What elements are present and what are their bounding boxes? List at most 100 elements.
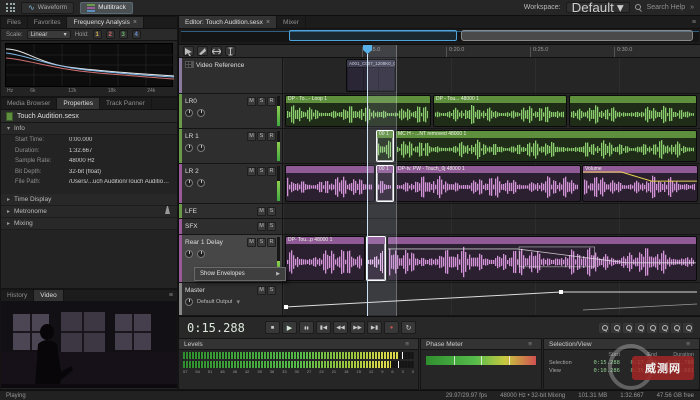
track-color-strip[interactable] [179, 283, 182, 315]
track-color-strip[interactable] [179, 164, 182, 203]
track-name[interactable]: LR 1 [185, 133, 199, 140]
slip-tool-icon[interactable] [211, 46, 222, 56]
track-name[interactable]: Master [185, 287, 205, 294]
tab-properties[interactable]: Properties [57, 98, 100, 109]
output-selector[interactable]: Default Output [197, 299, 232, 305]
mute-button[interactable]: M [247, 132, 256, 141]
panel-menu-icon[interactable]: ≡ [688, 16, 700, 28]
track-name[interactable]: Video Reference [196, 62, 244, 69]
audio-clip[interactable] [569, 95, 697, 127]
zoom-full-button[interactable] [683, 323, 693, 333]
rewind-button[interactable]: ◀◀ [333, 321, 348, 334]
track-color-strip[interactable] [179, 58, 182, 93]
hold-button-2[interactable]: 2 [106, 30, 115, 39]
solo-button[interactable]: S [257, 97, 266, 106]
track-color-strip[interactable] [179, 94, 182, 128]
audio-clip[interactable]: 00 1 [376, 165, 394, 202]
track-header[interactable]: Video Reference [179, 58, 283, 93]
track-lane[interactable] [283, 283, 700, 315]
solo-button[interactable]: S [267, 286, 276, 295]
zoom-navigator[interactable] [179, 29, 700, 45]
record-arm-button[interactable]: R [267, 132, 276, 141]
navigator-range-1[interactable] [289, 30, 457, 41]
time-selection-tool-icon[interactable] [225, 46, 236, 56]
audio-clip[interactable]: DP - To...- Loop 1 [285, 95, 431, 127]
waveform-mode-button[interactable]: ∿ Waveform [21, 2, 74, 14]
track-color-strip[interactable] [179, 235, 182, 282]
audio-clip[interactable] [285, 165, 375, 202]
volume-knob[interactable] [185, 179, 193, 187]
solo-button[interactable]: S [267, 222, 276, 231]
record-arm-button[interactable]: R [267, 97, 276, 106]
record-arm-button[interactable]: R [267, 167, 276, 176]
track-lane[interactable] [283, 219, 700, 234]
close-icon[interactable]: × [133, 19, 137, 26]
track-lane[interactable] [283, 204, 700, 218]
panel-menu-icon[interactable]: ≡ [401, 341, 413, 348]
stop-button[interactable]: ■ [265, 321, 280, 334]
volume-envelope[interactable] [583, 166, 697, 194]
track-color-strip[interactable] [179, 129, 182, 163]
section-metronome[interactable]: ▸ Metronome [1, 206, 177, 218]
track-header[interactable]: SFX M S [179, 219, 283, 234]
hold-button-3[interactable]: 3 [119, 30, 128, 39]
app-menu-icon[interactable] [6, 3, 15, 12]
mute-button[interactable]: M [257, 207, 266, 216]
track-lane[interactable]: 00 1 MC H - ...NT removed 48000 1 [283, 129, 700, 163]
section-info[interactable]: ▾ Info [1, 123, 177, 135]
navigator-range-2[interactable] [461, 30, 693, 41]
volume-knob[interactable] [185, 144, 193, 152]
search-help-input[interactable]: Search Help [647, 4, 686, 11]
workspace-dropdown[interactable]: Default ▾ [566, 2, 630, 13]
section-time-display[interactable]: ▸ Time Display [1, 194, 177, 206]
move-to-previous-button[interactable]: ▮◀ [316, 321, 331, 334]
mute-button[interactable]: M [247, 97, 256, 106]
zoom-out-amplitude-button[interactable] [659, 323, 669, 333]
panel-menu-icon[interactable]: ≡ [165, 290, 177, 301]
mute-button[interactable]: M [257, 286, 266, 295]
track-lane[interactable]: 00 1 DP-tv. PW - Touch_0j 48000 1 Volume [283, 164, 700, 203]
razor-tool-icon[interactable] [197, 46, 208, 56]
solo-button[interactable]: S [257, 238, 266, 247]
solo-button[interactable]: S [267, 207, 276, 216]
loop-playback-button[interactable]: ↻ [401, 321, 416, 334]
pan-knob[interactable] [197, 144, 205, 152]
zoom-in-button[interactable] [599, 323, 609, 333]
master-envelope[interactable] [283, 283, 699, 314]
solo-button[interactable]: S [257, 167, 266, 176]
track-color-strip[interactable] [179, 204, 182, 218]
panel-menu-icon[interactable]: ≡ [524, 341, 536, 348]
track-name[interactable]: LR0 [185, 98, 197, 105]
timeline-ruler[interactable]: 0:15.0 0:20.0 0:25.0 0:30.0 [283, 45, 700, 58]
tab-favorites[interactable]: Favorites [28, 17, 68, 28]
hold-button-4[interactable]: 4 [132, 30, 141, 39]
track-name[interactable]: Rear 1 Delay [185, 239, 223, 246]
tab-frequency-analysis[interactable]: Frequency Analysis × [67, 17, 143, 28]
video-clip[interactable]: A001_C007_1208K0_001 [346, 59, 396, 92]
track-lane[interactable]: DP- Tou...p 48000 1 [283, 235, 700, 282]
tab-files[interactable]: Files [1, 17, 28, 28]
record-arm-button[interactable]: R [267, 238, 276, 247]
solo-button[interactable]: S [257, 132, 266, 141]
play-button[interactable]: ▶ [282, 321, 297, 334]
track-header[interactable]: LR 1 M S R [179, 129, 283, 163]
panel-menu-icon[interactable]: ≡ [682, 341, 694, 348]
mute-button[interactable]: M [247, 167, 256, 176]
pan-knob[interactable] [197, 109, 205, 117]
show-envelopes-menu-item[interactable]: Show Envelopes ▶ [194, 267, 286, 281]
zoom-in-amplitude-button[interactable] [647, 323, 657, 333]
scale-select[interactable]: Linear ▾ [27, 30, 71, 39]
track-name[interactable]: LFE [185, 208, 197, 215]
tab-track-panner[interactable]: Track Panner [100, 98, 152, 109]
audio-clip[interactable]: DP-tv. PW - Touch_0j 48000 1 [395, 165, 581, 202]
mute-button[interactable]: M [247, 238, 256, 247]
zoom-in-time-button[interactable] [623, 323, 633, 333]
audio-clip[interactable]: DP - Tou... 48000 1 [433, 95, 567, 127]
volume-knob[interactable] [185, 250, 193, 258]
track-header[interactable]: LR0 M S R [179, 94, 283, 128]
zoom-to-selection-button[interactable] [671, 323, 681, 333]
volume-knob[interactable] [185, 109, 193, 117]
clip-envelope[interactable] [388, 237, 696, 275]
hold-button-1[interactable]: 1 [93, 30, 102, 39]
time-display[interactable]: 0:15.288 [187, 321, 263, 335]
